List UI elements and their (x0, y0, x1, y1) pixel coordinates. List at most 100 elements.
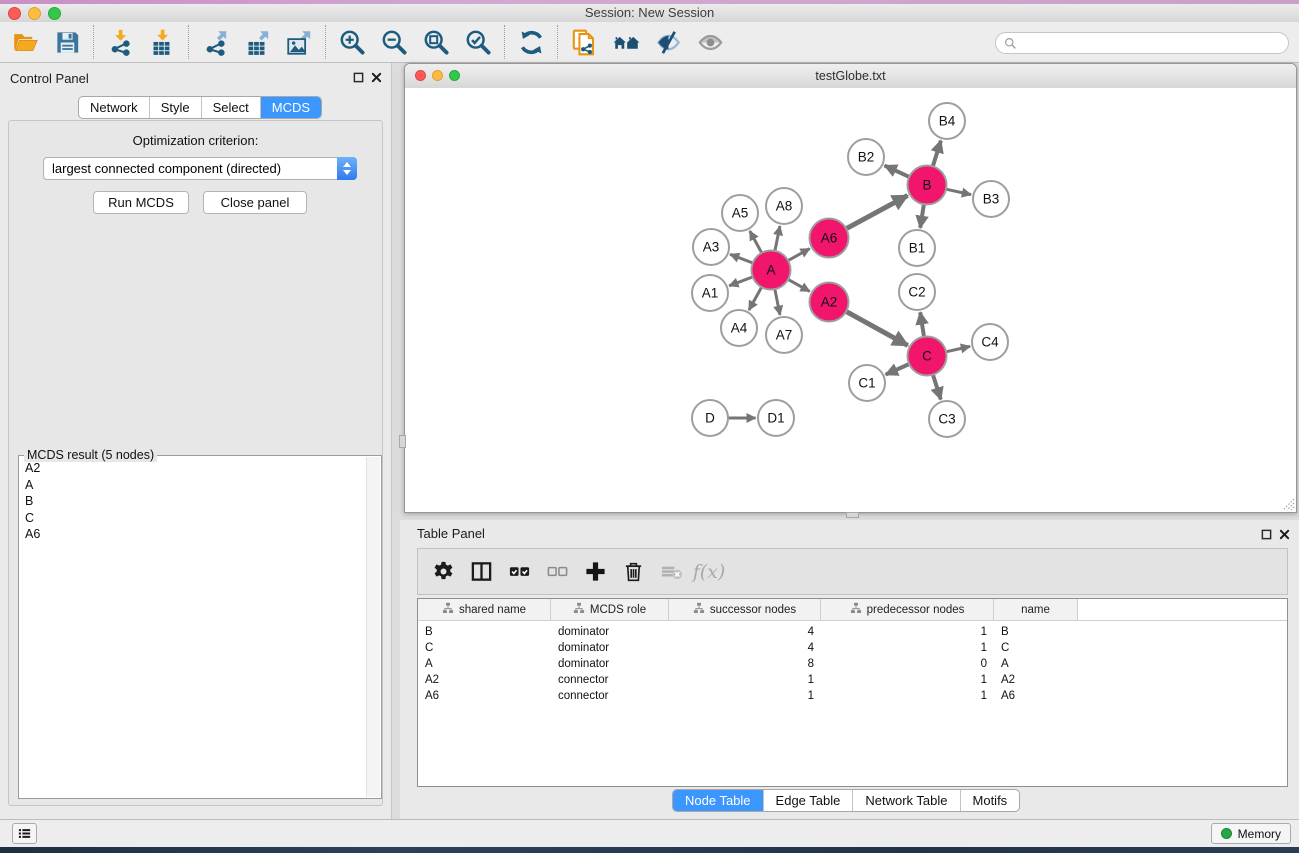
node-A6[interactable]: A6 (810, 219, 849, 258)
edge-C-C2[interactable] (920, 312, 924, 336)
import-network-button[interactable] (99, 24, 141, 60)
vertical-scrollbar-thumb[interactable] (399, 435, 406, 448)
node-C1[interactable]: C1 (849, 365, 885, 401)
edge-A-A5[interactable] (750, 231, 762, 253)
cell-predecessor-nodes[interactable]: 1 (821, 626, 994, 638)
cell-shared-name[interactable]: B (418, 626, 551, 638)
node-A3[interactable]: A3 (693, 229, 729, 265)
edge-B-B2[interactable] (885, 166, 910, 177)
zoom-out-button[interactable] (373, 24, 415, 60)
cell-predecessor-nodes[interactable]: 0 (821, 658, 994, 670)
import-table-button[interactable] (141, 24, 183, 60)
cell-mcds-role[interactable]: dominator (551, 658, 669, 670)
memory-button[interactable]: Memory (1211, 823, 1291, 844)
node-C[interactable]: C (908, 337, 947, 376)
table-row[interactable]: A6connector11A6 (418, 688, 1287, 704)
close-panel-icon[interactable] (371, 72, 382, 83)
node-A4[interactable]: A4 (721, 310, 757, 346)
search-box[interactable] (995, 32, 1289, 54)
zoom-in-button[interactable] (331, 24, 373, 60)
edge-A-A7[interactable] (775, 289, 780, 315)
node-B[interactable]: B (908, 166, 947, 205)
edge-A-A4[interactable] (749, 287, 762, 310)
cell-predecessor-nodes[interactable]: 1 (821, 674, 994, 686)
table-row[interactable]: Cdominator41C (418, 640, 1287, 656)
node-D[interactable]: D (692, 400, 728, 436)
node-A5[interactable]: A5 (722, 195, 758, 231)
cell-successor-nodes[interactable]: 1 (669, 674, 821, 686)
edge-A-A1[interactable] (729, 277, 753, 286)
node-B1[interactable]: B1 (899, 230, 935, 266)
open-browser-button[interactable] (605, 24, 647, 60)
table-settings-button[interactable] (424, 551, 462, 593)
edge-A-A6[interactable] (788, 249, 810, 261)
edge-A-A8[interactable] (775, 226, 780, 251)
cell-mcds-role[interactable]: dominator (551, 626, 669, 638)
tab-select[interactable]: Select (201, 97, 260, 118)
edge-A-A3[interactable] (730, 254, 753, 263)
open-session-button[interactable] (4, 24, 46, 60)
horizontal-scrollbar-thumb[interactable] (846, 512, 859, 518)
search-input[interactable] (1022, 35, 1280, 51)
edge-A2-C[interactable] (846, 311, 908, 345)
node-C4[interactable]: C4 (972, 324, 1008, 360)
result-item[interactable]: A2 (25, 460, 365, 477)
node-D1[interactable]: D1 (758, 400, 794, 436)
export-network-button[interactable] (194, 24, 236, 60)
split-panel-button[interactable] (462, 551, 500, 593)
select-all-button[interactable] (500, 551, 538, 593)
edge-A-A2[interactable] (788, 279, 810, 291)
cell-mcds-role[interactable]: connector (551, 690, 669, 702)
network-window-titlebar[interactable]: testGlobe.txt (405, 64, 1296, 89)
export-image-button[interactable] (278, 24, 320, 60)
close-panel-icon[interactable] (1279, 529, 1290, 540)
node-B4[interactable]: B4 (929, 103, 965, 139)
cell-name[interactable]: A2 (994, 674, 1078, 686)
table-row[interactable]: Adominator80A (418, 656, 1287, 672)
export-table-button[interactable] (236, 24, 278, 60)
edge-B-B4[interactable] (933, 141, 941, 167)
result-item[interactable]: B (25, 493, 365, 510)
cell-mcds-role[interactable]: connector (551, 674, 669, 686)
column-header-shared-name[interactable]: shared name (418, 599, 551, 620)
edge-C-C3[interactable] (933, 375, 941, 400)
node-C3[interactable]: C3 (929, 401, 965, 437)
tab-mcds[interactable]: MCDS (260, 97, 321, 118)
node-B3[interactable]: B3 (973, 181, 1009, 217)
edge-A6-B[interactable] (846, 196, 907, 229)
show-graphics-details-button[interactable] (689, 24, 731, 60)
node-A7[interactable]: A7 (766, 317, 802, 353)
cell-name[interactable]: A6 (994, 690, 1078, 702)
show-panels-button[interactable] (12, 823, 37, 844)
edge-C-C4[interactable] (946, 346, 970, 351)
float-panel-icon[interactable] (1261, 529, 1272, 540)
tab-style[interactable]: Style (149, 97, 201, 118)
apply-layout-button[interactable] (510, 24, 552, 60)
edge-B-B1[interactable] (920, 204, 924, 228)
result-item[interactable]: A (25, 477, 365, 494)
result-scrollbar[interactable] (366, 457, 380, 797)
cell-shared-name[interactable]: A (418, 658, 551, 670)
column-header-mcds-role[interactable]: MCDS role (551, 599, 669, 620)
toggle-annotations-button[interactable] (647, 24, 689, 60)
node-A8[interactable]: A8 (766, 188, 802, 224)
tab-network[interactable]: Network (79, 97, 149, 118)
table-row[interactable]: A2connector11A2 (418, 672, 1287, 688)
node-A[interactable]: A (752, 251, 791, 290)
edge-C-C1[interactable] (886, 364, 910, 375)
column-header-successor-nodes[interactable]: successor nodes (669, 599, 821, 620)
float-panel-icon[interactable] (353, 72, 364, 83)
cell-successor-nodes[interactable]: 4 (669, 626, 821, 638)
cell-predecessor-nodes[interactable]: 1 (821, 690, 994, 702)
network-canvas[interactable]: B4B2BB3B1C2A5A8A6A3AA1A2A4A7CC4C1C3DD1 (405, 88, 1296, 512)
cell-shared-name[interactable]: A6 (418, 690, 551, 702)
zoom-selected-button[interactable] (457, 24, 499, 60)
cell-predecessor-nodes[interactable]: 1 (821, 642, 994, 654)
cell-successor-nodes[interactable]: 4 (669, 642, 821, 654)
table-row[interactable]: Bdominator41B (418, 624, 1287, 640)
resize-grip-icon[interactable] (1281, 497, 1295, 511)
cell-name[interactable]: C (994, 642, 1078, 654)
table-tab-edge-table[interactable]: Edge Table (763, 790, 853, 811)
add-column-button[interactable] (576, 551, 614, 593)
column-header-name[interactable]: name (994, 599, 1078, 620)
